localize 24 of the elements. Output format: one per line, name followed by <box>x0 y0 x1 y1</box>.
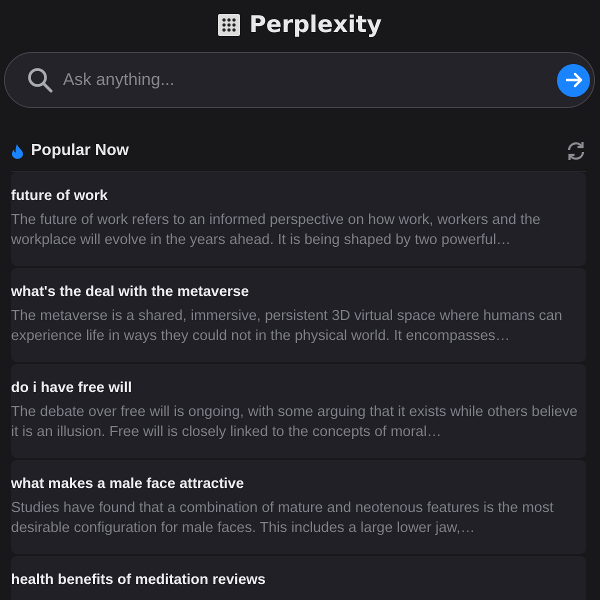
topic-card[interactable]: future of work The future of work refers to an informed perspective on how work, workers and the workplace will evolve in the years ahead. It is being shaped by two powerful… <box>11 172 586 266</box>
card-summary: The future of work refers to an informed perspective on how work, workers and the workplace will evolve in the years ahead. It is being shaped by two powerful… <box>11 211 542 250</box>
card-summary: The debate over free will is ongoing, with some arguing that it exists while others believe it is an illusion. Free will is closely linked to the concepts of moral… <box>11 403 579 442</box>
topic-card[interactable]: do i have free will The debate over free will is ongoing, with some arguing that it exists while others believe it is an illusion. Free will is closely linked to the concepts of moral… <box>11 364 586 458</box>
grid-logo-icon <box>218 14 240 36</box>
arrow-right-icon <box>564 70 584 90</box>
topic-card[interactable]: what makes a male face attractive Studies have found that a combination of mature and neotenous features is the most desirable configuration for male faces. This includes a large lower jaw,… <box>11 460 586 554</box>
section-title: Popular Now <box>31 142 130 160</box>
card-summary: The metaverse is a shared, immersive, persistent 3D virtual space where humans can experience life in ways they could not in the physical world. It encompasses… <box>11 307 564 346</box>
topic-card[interactable]: what's the deal with the metaverse The metaverse is a shared, immersive, persistent 3D virtual space where humans can experience life in ways they could not in the physical world. It encompasses… <box>11 268 586 362</box>
app-title: Perplexity <box>249 12 382 38</box>
flame-icon <box>11 144 24 158</box>
card-title: what's the deal with the metaverse <box>11 284 250 300</box>
card-title: what makes a male face attractive <box>11 476 245 492</box>
search-icon <box>27 67 53 93</box>
submit-button[interactable] <box>557 64 590 96</box>
search-input[interactable]: Ask anything... <box>61 69 557 91</box>
card-title: do i have free will <box>11 380 133 396</box>
topic-card[interactable]: health benefits of meditation reviews <box>11 556 586 600</box>
refresh-icon[interactable] <box>566 141 586 161</box>
search-field[interactable]: Ask anything... <box>4 52 595 108</box>
card-title: health benefits of meditation reviews <box>11 572 267 588</box>
card-title: future of work <box>11 188 109 204</box>
card-summary: Studies have found that a combination of mature and neotenous features is the most desirable configuration for male faces. This includes a large lower jaw,… <box>11 499 554 538</box>
